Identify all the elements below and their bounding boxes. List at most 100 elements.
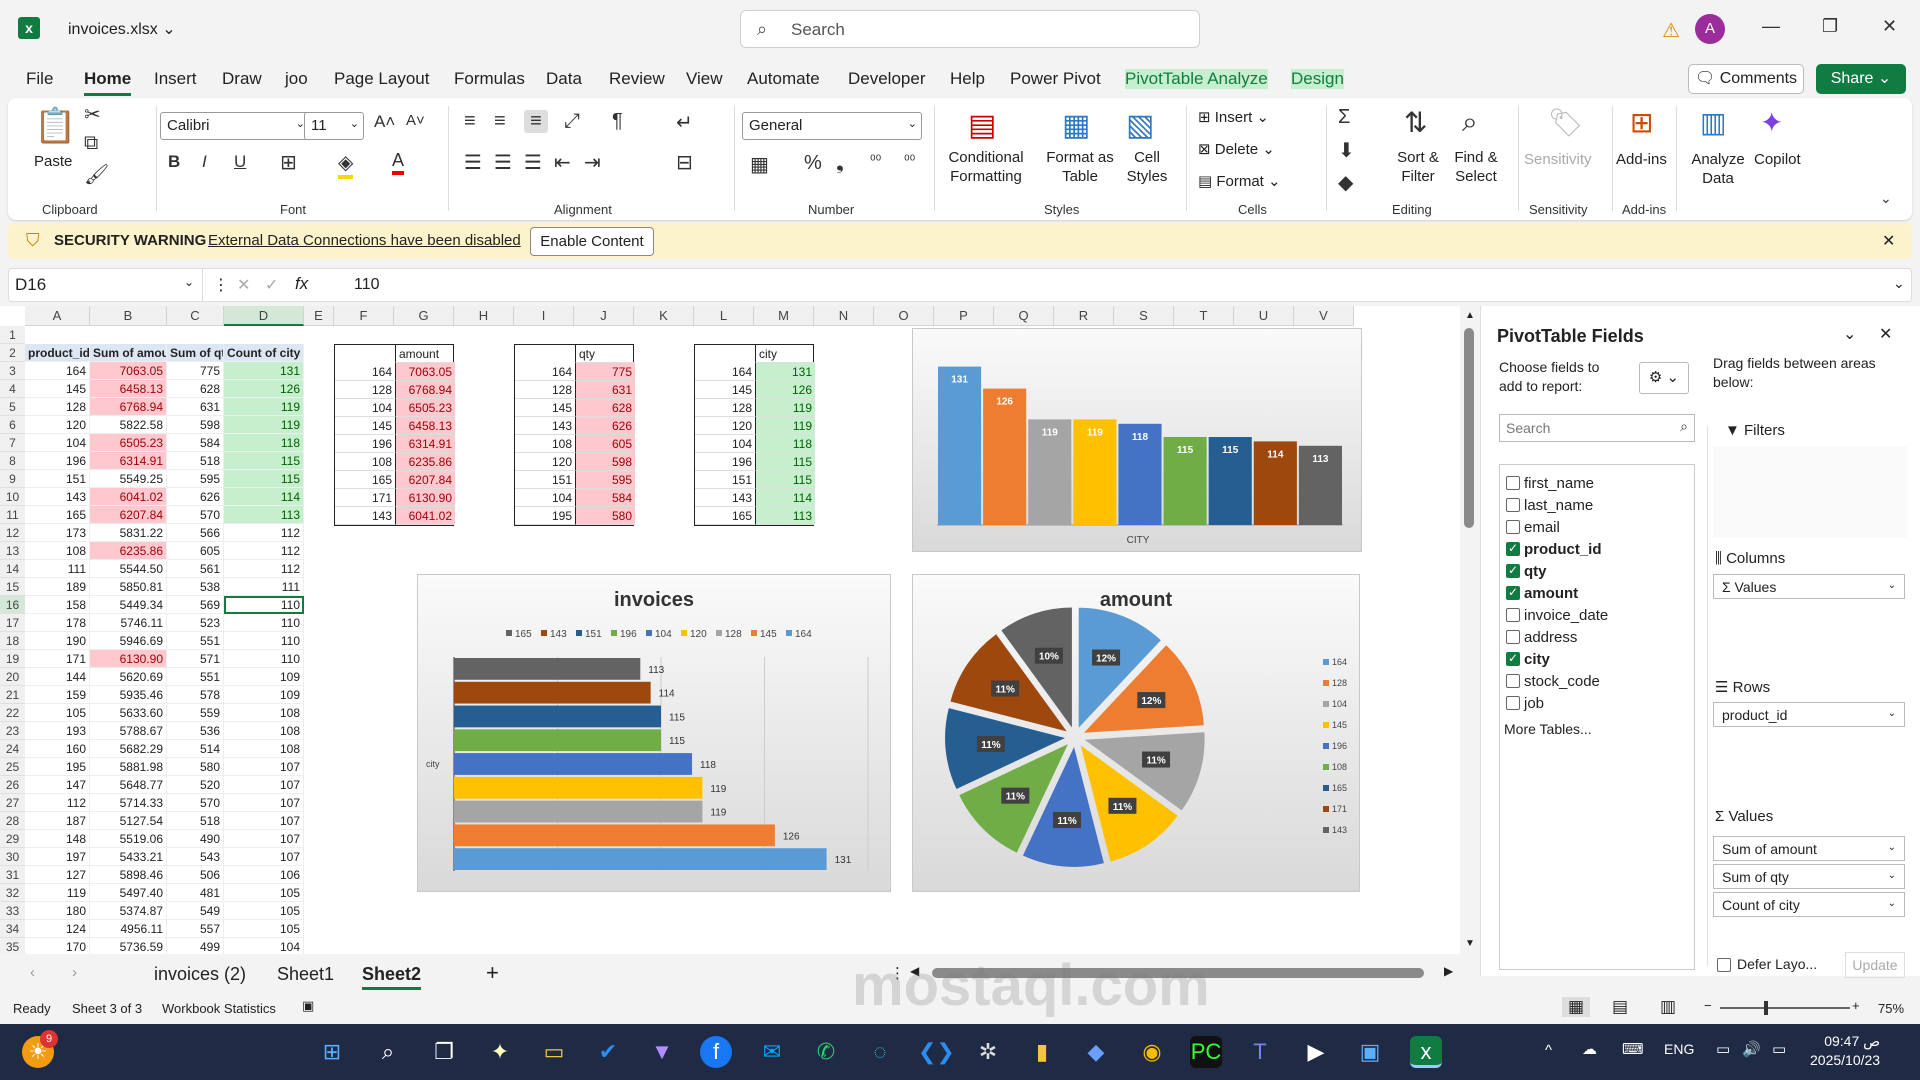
pivot-cell[interactable]: 4956.11	[90, 920, 167, 938]
value-count-city-dropdown[interactable]: Count of city ⌄	[1713, 892, 1905, 917]
field-item-product-id[interactable]: product_id	[1500, 539, 1690, 559]
table-cell[interactable]: 118	[755, 435, 815, 453]
fill-icon[interactable]: ⬇	[1338, 138, 1355, 163]
facebook-icon[interactable]: f	[700, 1036, 732, 1068]
row-header-5[interactable]: 5	[0, 398, 25, 416]
cut-icon[interactable]: ✂	[84, 102, 101, 127]
row-header-27[interactable]: 27	[0, 794, 25, 812]
prev-sheet-icon[interactable]: ‹	[30, 964, 35, 981]
table-cell[interactable]: 143	[515, 417, 575, 435]
pivot-cell[interactable]: 584	[167, 434, 224, 452]
pivot-cell[interactable]: 108	[25, 542, 90, 560]
pivot-cell[interactable]: 628	[167, 380, 224, 398]
todo-icon[interactable]: ✔	[592, 1036, 624, 1068]
fill-color-icon[interactable]: ◈	[338, 150, 354, 179]
sort-filter-icon[interactable]: ⇅	[1404, 106, 1427, 139]
powerbi-icon[interactable]: ▮	[1026, 1036, 1058, 1068]
insert-cells-button[interactable]: ⊞ Insert ⌄	[1198, 108, 1269, 127]
pivot-cell[interactable]: 5374.87	[90, 902, 167, 920]
paste-button[interactable]: Paste	[34, 152, 72, 171]
search-input[interactable]: ⌕ Search	[740, 10, 1200, 48]
table-cell[interactable]: 6235.86	[395, 453, 455, 471]
table-cell[interactable]: 145	[335, 417, 395, 435]
field-search-input[interactable]: Search ⌕	[1499, 414, 1695, 442]
pivot-cell[interactable]: 6207.84	[90, 506, 167, 524]
field-checkbox[interactable]	[1506, 674, 1520, 688]
pivot-cell[interactable]: 112	[224, 542, 304, 560]
column-header-q[interactable]: Q	[994, 306, 1054, 326]
table-cell[interactable]: 6130.90	[395, 489, 455, 507]
city-column-chart[interactable]: 131 126 119 119 118 115 115 114 113 CITY	[912, 328, 1362, 552]
pivot-cell[interactable]: 105	[224, 920, 304, 938]
table-cell[interactable]: 108	[515, 435, 575, 453]
table-cell[interactable]: 165	[335, 471, 395, 489]
pivot-cell[interactable]: 164	[25, 362, 90, 380]
more-icon[interactable]: ⋮	[213, 275, 229, 295]
cell-styles-button[interactable]: Cell Styles	[1120, 148, 1174, 186]
column-header-a[interactable]: A	[25, 306, 90, 326]
pivot-cell[interactable]: 557	[167, 920, 224, 938]
filters-area[interactable]	[1713, 446, 1907, 538]
pivot-cell[interactable]: 104	[224, 938, 304, 954]
pivot-cell[interactable]: 5714.33	[90, 794, 167, 812]
pivot-cell[interactable]: 566	[167, 524, 224, 542]
table-cell[interactable]: 631	[575, 381, 635, 399]
pivot-cell[interactable]: 7063.05	[90, 362, 167, 380]
chevron-down-icon[interactable]: ⌄	[1843, 324, 1856, 344]
add-ins-button[interactable]: Add-ins	[1616, 150, 1667, 169]
pivot-cell[interactable]: 110	[224, 650, 304, 668]
pivot-cell[interactable]: 5497.40	[90, 884, 167, 902]
menu-power-pivot[interactable]: Power Pivot	[1010, 69, 1101, 89]
maximize-icon[interactable]: ❐	[1822, 16, 1838, 37]
pivot-header[interactable]: product_id	[25, 344, 90, 362]
sheet-tab-invoices-2[interactable]: invoices (2)	[154, 964, 246, 985]
column-header-m[interactable]: M	[754, 306, 814, 326]
table-cell[interactable]: 104	[515, 489, 575, 507]
menu-formulas[interactable]: Formulas	[454, 69, 525, 89]
column-header-j[interactable]: J	[574, 306, 634, 326]
row-header-17[interactable]: 17	[0, 614, 25, 632]
pivot-cell[interactable]: 595	[167, 470, 224, 488]
app-icon[interactable]: ◌	[864, 1036, 896, 1068]
pivot-cell[interactable]: 5682.29	[90, 740, 167, 758]
formula-input[interactable]: 110	[354, 276, 380, 294]
pivot-cell[interactable]: 196	[25, 452, 90, 470]
pivot-cell[interactable]: 114	[224, 488, 304, 506]
align-bottom-icon[interactable]: ≡	[524, 110, 548, 133]
clear-icon[interactable]: ◆	[1338, 170, 1353, 195]
table-cell[interactable]: 108	[335, 453, 395, 471]
table-cell[interactable]: 775	[575, 363, 635, 381]
field-item-job[interactable]: job	[1500, 693, 1690, 713]
value-sum-qty-dropdown[interactable]: Sum of qty ⌄	[1713, 864, 1905, 889]
table-cell[interactable]: 151	[515, 471, 575, 489]
column-header-b[interactable]: B	[90, 306, 167, 326]
row-header-14[interactable]: 14	[0, 560, 25, 578]
pivot-cell[interactable]: 5433.21	[90, 848, 167, 866]
decrease-decimal-icon[interactable]: ⁰⁰	[904, 152, 915, 169]
row-header-28[interactable]: 28	[0, 812, 25, 830]
file-explorer-icon[interactable]: ▭	[538, 1036, 570, 1068]
pivot-cell[interactable]: 6041.02	[90, 488, 167, 506]
security-message-link[interactable]: External Data Connections have been disa…	[208, 232, 521, 249]
row-header-16[interactable]: 16	[0, 596, 25, 614]
pivot-cell[interactable]: 549	[167, 902, 224, 920]
field-checkbox[interactable]	[1506, 476, 1520, 490]
column-header-n[interactable]: N	[814, 306, 874, 326]
pivot-cell[interactable]: 119	[224, 398, 304, 416]
row-header-26[interactable]: 26	[0, 776, 25, 794]
pivot-cell[interactable]: 111	[25, 560, 90, 578]
row-header-20[interactable]: 20	[0, 668, 25, 686]
pivot-cell[interactable]: 108	[224, 704, 304, 722]
pivot-cell[interactable]: 147	[25, 776, 90, 794]
table-cell[interactable]: 115	[755, 471, 815, 489]
table-cell[interactable]: 128	[335, 381, 395, 399]
borders-icon[interactable]: ⊞	[280, 150, 297, 175]
menu-page-layout[interactable]: Page Layout	[334, 69, 429, 89]
row-header-3[interactable]: 3	[0, 362, 25, 380]
pivot-cell[interactable]: 520	[167, 776, 224, 794]
pivot-cell[interactable]: 105	[224, 884, 304, 902]
cancel-icon[interactable]: ✕	[237, 275, 250, 295]
orientation-icon[interactable]: ⤢	[564, 110, 580, 133]
pivot-cell[interactable]: 112	[25, 794, 90, 812]
field-checkbox[interactable]	[1506, 563, 1520, 578]
